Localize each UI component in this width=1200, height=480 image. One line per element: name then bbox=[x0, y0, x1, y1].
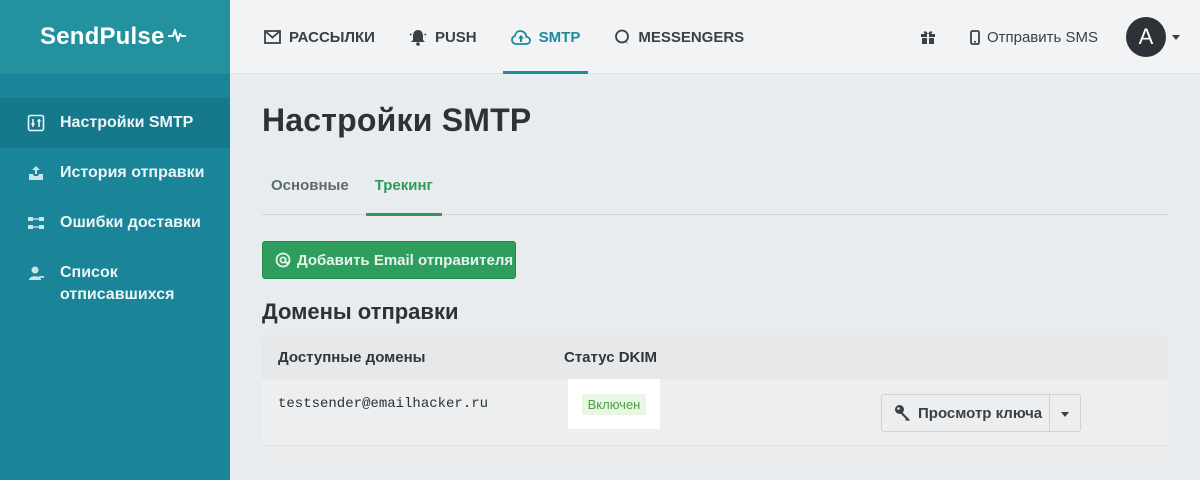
nav-label: MESSENGERS bbox=[638, 28, 745, 46]
sidebar-item-delivery-errors[interactable]: Ошибки доставки bbox=[0, 198, 230, 248]
gift-icon[interactable] bbox=[920, 29, 936, 45]
main-content: Настройки SMTP Основные Трекинг Добавить… bbox=[262, 74, 1168, 471]
status-badge: Включен bbox=[581, 393, 647, 415]
avatar[interactable]: A bbox=[1126, 17, 1166, 57]
sidebar-item-label: Настройки SMTP bbox=[60, 114, 194, 131]
add-sender-label: Добавить Email отправителя bbox=[297, 251, 514, 269]
sidebar-item-send-history[interactable]: История отправки bbox=[0, 148, 230, 198]
nav-messengers[interactable]: MESSENGERS bbox=[614, 0, 744, 74]
domains-title: Домены отправки bbox=[262, 299, 459, 324]
nav-smtp[interactable]: SMTP bbox=[502, 0, 588, 74]
tab-tracking[interactable]: Трекинг bbox=[365, 159, 442, 216]
at-sign-icon bbox=[275, 252, 291, 268]
column-header-domains: Доступные домены bbox=[278, 348, 426, 366]
view-key-button[interactable]: Просмотр ключа bbox=[882, 395, 1050, 431]
chevron-down-icon bbox=[1061, 404, 1069, 422]
view-key-dropdown[interactable] bbox=[1050, 395, 1080, 431]
column-header-dkim-status: Статус DKIM bbox=[564, 348, 658, 366]
sidebar: SendPulse Настройки SMTP История отправк… bbox=[0, 0, 230, 480]
tab-basic[interactable]: Основные bbox=[262, 159, 358, 215]
nav-label: SMTP bbox=[538, 28, 581, 46]
settings-sliders-icon bbox=[26, 112, 46, 134]
key-icon bbox=[894, 404, 912, 422]
view-key-label: Просмотр ключа bbox=[918, 404, 1043, 422]
cloud-upload-icon bbox=[510, 29, 531, 45]
send-sms-label: Отправить SMS bbox=[986, 28, 1098, 46]
sidebar-item-smtp-settings[interactable]: Настройки SMTP bbox=[0, 98, 230, 148]
send-sms-link[interactable]: Отправить SMS bbox=[970, 29, 1098, 46]
envelope-icon bbox=[264, 30, 281, 44]
sidebar-item-label: История отправки bbox=[60, 164, 205, 181]
domains-table: Доступные домены Статус DKIM testsender@… bbox=[262, 335, 1168, 471]
sidebar-nav: Настройки SMTP История отправки Ошибки д… bbox=[0, 98, 230, 320]
page-title: Настройки SMTP bbox=[262, 102, 532, 138]
error-flow-icon bbox=[26, 212, 46, 234]
view-key-button-group: Просмотр ключа bbox=[881, 394, 1081, 432]
tabs: Основные Трекинг bbox=[262, 159, 1168, 216]
nav-label: PUSH bbox=[434, 28, 477, 46]
domain-email: testsender@emailhacker.ru bbox=[278, 396, 489, 412]
sidebar-item-label: Ошибки доставки bbox=[60, 214, 201, 231]
status-cell: Включен bbox=[568, 379, 660, 429]
top-bar: РАССЫЛКИ PUSH SMTP MESSENGERS Отправить … bbox=[230, 0, 1200, 74]
phone-icon bbox=[970, 29, 980, 45]
top-nav: РАССЫЛКИ PUSH SMTP MESSENGERS bbox=[264, 0, 778, 74]
table-header: Доступные домены Статус DKIM bbox=[262, 335, 1168, 379]
logo[interactable]: SendPulse bbox=[0, 0, 230, 74]
table-row: testsender@emailhacker.ru Включен Просмо… bbox=[262, 379, 1168, 445]
table-footer bbox=[262, 445, 1168, 471]
chevron-down-icon[interactable] bbox=[1172, 34, 1180, 40]
logo-text: SendPulse bbox=[40, 23, 165, 50]
sidebar-item-label: Список отписавшихся bbox=[60, 264, 175, 303]
bell-icon bbox=[409, 29, 427, 46]
top-right: Отправить SMS A bbox=[920, 0, 1180, 74]
pulse-icon bbox=[167, 25, 187, 50]
chat-bubble-icon bbox=[614, 29, 630, 45]
add-sender-button[interactable]: Добавить Email отправителя bbox=[262, 241, 516, 279]
nav-label: РАССЫЛКИ bbox=[289, 28, 375, 46]
user-minus-icon bbox=[26, 262, 46, 284]
sidebar-item-unsubscribed[interactable]: Список отписавшихся bbox=[0, 248, 230, 320]
upload-tray-icon bbox=[26, 162, 46, 184]
nav-push[interactable]: PUSH bbox=[409, 0, 477, 74]
nav-campaigns[interactable]: РАССЫЛКИ bbox=[264, 0, 375, 74]
